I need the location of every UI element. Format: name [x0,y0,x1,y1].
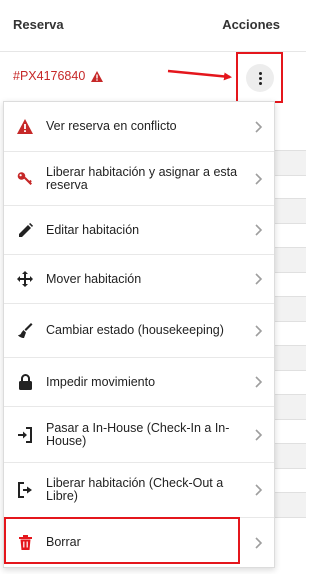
menu-item-label: Mover habitación [46,271,142,286]
more-actions-button[interactable] [246,64,274,92]
menu-item-label: Pasar a In-House (Check-In a In-House) [46,420,230,448]
chevron-right-icon [255,120,263,133]
menu-item-pasar-in-house[interactable]: Pasar a In-House (Check-In a In-House) [4,407,274,463]
background-row [275,492,306,518]
background-row [275,150,306,176]
warning-icon [17,119,33,134]
background-row [275,247,306,273]
menu-item-label: Cambiar estado (housekeeping) [46,323,224,337]
move-arrows-icon [17,271,33,287]
key-icon [17,171,32,185]
background-row [275,345,306,371]
chevron-right-icon [255,324,263,337]
menu-item-label: Impedir movimiento [46,374,156,389]
background-row [275,443,306,469]
menu-item-label: Liberar habitación (Check-Out a Libre) [46,476,224,503]
background-row [275,394,306,420]
chevron-right-icon [255,172,263,185]
chevron-right-icon [255,376,263,388]
chevron-right-icon [255,536,263,549]
menu-item-cambiar-estado[interactable]: Cambiar estado (housekeeping) [4,304,274,358]
lock-icon [18,374,32,390]
chevron-right-icon [255,484,263,496]
menu-item-label: Liberar habitación y asignar a esta rese… [46,164,238,192]
menu-item-liberar-check-out[interactable]: Liberar habitación (Check-Out a Libre) [4,463,274,518]
background-row [275,198,306,224]
menu-item-impedir-movimiento[interactable]: Impedir movimiento [4,358,274,407]
chevron-right-icon [255,428,263,441]
menu-item-editar-habitacion[interactable]: Editar habitación [4,206,274,255]
chevron-right-icon [255,273,263,285]
actions-menu: Ver reserva en conflicto Liberar habitac… [3,101,275,568]
sign-out-icon [18,482,32,498]
menu-item-label: Editar habitación [46,222,140,237]
chevron-right-icon [255,224,263,236]
broom-icon [18,322,33,338]
sign-in-icon [18,426,32,443]
menu-item-mover-habitacion[interactable]: Mover habitación [4,255,274,304]
background-row [275,296,306,322]
pencil-icon [18,222,33,237]
menu-item-ver-reserva-conflicto[interactable]: Ver reserva en conflicto [4,102,274,152]
kebab-icon [258,71,262,85]
borrar-highlight [4,517,240,564]
menu-item-label: Ver reserva en conflicto [46,119,177,133]
menu-item-liberar-asignar[interactable]: Liberar habitación y asignar a esta rese… [4,152,274,206]
